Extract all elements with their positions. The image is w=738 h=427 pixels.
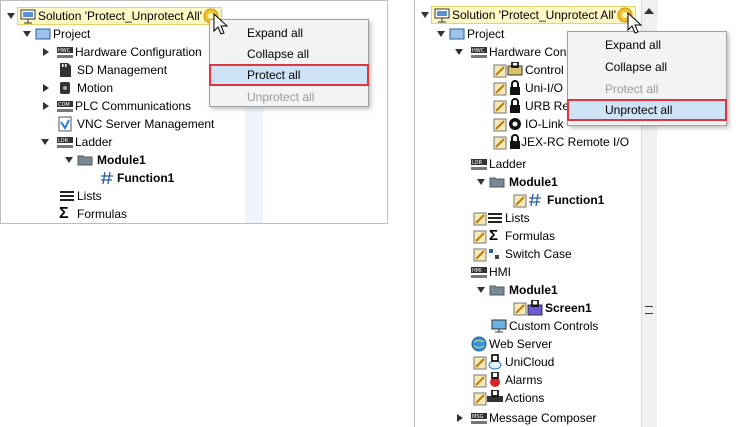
menu-collapse-all[interactable]: Collapse all	[568, 57, 726, 77]
mouse-cursor-icon	[627, 12, 643, 34]
lock-icon	[510, 98, 520, 113]
folder-icon	[489, 285, 505, 296]
svg-text:HMI: HMI	[472, 268, 482, 274]
svg-text:LDR: LDR	[472, 160, 483, 166]
menu-expand-all[interactable]: Expand all	[210, 23, 368, 43]
expand-arrow-icon[interactable]	[65, 157, 73, 163]
menu-protect-all: Protect all	[605, 82, 659, 96]
actions-icon	[487, 390, 503, 402]
edit-lock-icon	[473, 230, 487, 244]
function-hash-icon	[101, 171, 113, 185]
svg-text:COM: COM	[58, 102, 70, 108]
left-solution-explorer: Solution 'Protect_Unprotect All' Project…	[0, 0, 388, 224]
context-menu: Expand all Collapse all Protect all Unpr…	[209, 19, 369, 107]
com-icon: COM	[57, 101, 73, 112]
expand-arrow-icon[interactable]	[477, 287, 485, 293]
expand-arrow-icon[interactable]	[437, 31, 445, 37]
svg-text:HWC: HWC	[472, 48, 485, 54]
screen-icon	[527, 300, 543, 316]
expand-arrow-icon[interactable]	[41, 139, 49, 145]
expand-arrow-icon[interactable]	[23, 31, 31, 37]
function-hash-icon	[529, 193, 541, 207]
ladder-icon: LDR	[471, 159, 487, 170]
cloud-lock-icon	[488, 354, 502, 370]
folder-icon	[77, 155, 93, 166]
menu-protect-all[interactable]: Protect all	[209, 64, 369, 86]
tree-item-solution[interactable]: Solution 'Protect_Unprotect All'	[7, 7, 222, 25]
hardware-icon: HWC	[57, 47, 73, 58]
sigma-icon: Σ	[489, 227, 499, 244]
sigma-icon: Σ	[59, 205, 69, 222]
msg-icon: MSG	[471, 413, 487, 424]
context-menu: Expand all Collapse all Protect all Unpr…	[567, 31, 727, 126]
menu-collapse-all[interactable]: Collapse all	[210, 44, 368, 64]
expand-arrow-icon[interactable]	[7, 13, 15, 19]
io-link-icon	[509, 118, 521, 130]
svg-text:HWC: HWC	[58, 48, 71, 54]
alarm-icon	[490, 372, 500, 387]
svg-text:MSG: MSG	[472, 414, 483, 420]
vnc-icon	[58, 116, 72, 132]
project-icon	[35, 28, 51, 40]
hmi-icon: HMI	[471, 267, 487, 278]
ladder-icon: LDR	[57, 137, 73, 148]
folder-icon	[489, 177, 505, 188]
right-solution-explorer: Solution 'Protect_Unprotect All' Project…	[414, 0, 738, 427]
collapse-arrow-icon[interactable]	[457, 414, 463, 422]
list-icon	[488, 213, 502, 223]
solution-label: Solution 'Protect_Unprotect All'	[452, 8, 617, 22]
collapse-arrow-icon[interactable]	[43, 102, 49, 110]
solution-label: Solution 'Protect_Unprotect All'	[38, 9, 203, 23]
lock-icon	[510, 80, 520, 95]
motion-icon	[60, 82, 70, 94]
solution-icon	[20, 9, 36, 24]
expand-arrow-icon[interactable]	[477, 179, 485, 185]
menu-unprotect-all: Unprotect all	[247, 90, 315, 104]
hardware-icon: HWC	[471, 47, 487, 58]
monitor-icon	[491, 319, 507, 333]
menu-unprotect-all[interactable]: Unprotect all	[567, 99, 727, 121]
scroll-grip-icon[interactable]	[645, 306, 653, 314]
controller-icon	[507, 62, 523, 76]
project-icon	[449, 28, 465, 40]
scroll-up-button[interactable]	[644, 8, 654, 14]
solution-icon	[434, 8, 450, 23]
mouse-cursor-icon	[213, 13, 229, 35]
collapse-arrow-icon[interactable]	[43, 48, 49, 56]
switch-case-icon	[489, 249, 499, 259]
globe-icon	[471, 336, 487, 352]
tree-item-solution[interactable]: Solution 'Protect_Unprotect All'	[421, 6, 636, 24]
svg-text:LDR: LDR	[58, 138, 69, 144]
menu-expand-all[interactable]: Expand all	[568, 35, 726, 55]
sd-card-icon	[60, 63, 71, 77]
list-icon	[60, 191, 74, 201]
expand-arrow-icon[interactable]	[455, 49, 463, 55]
collapse-arrow-icon[interactable]	[43, 84, 49, 92]
expand-arrow-icon[interactable]	[421, 12, 429, 18]
